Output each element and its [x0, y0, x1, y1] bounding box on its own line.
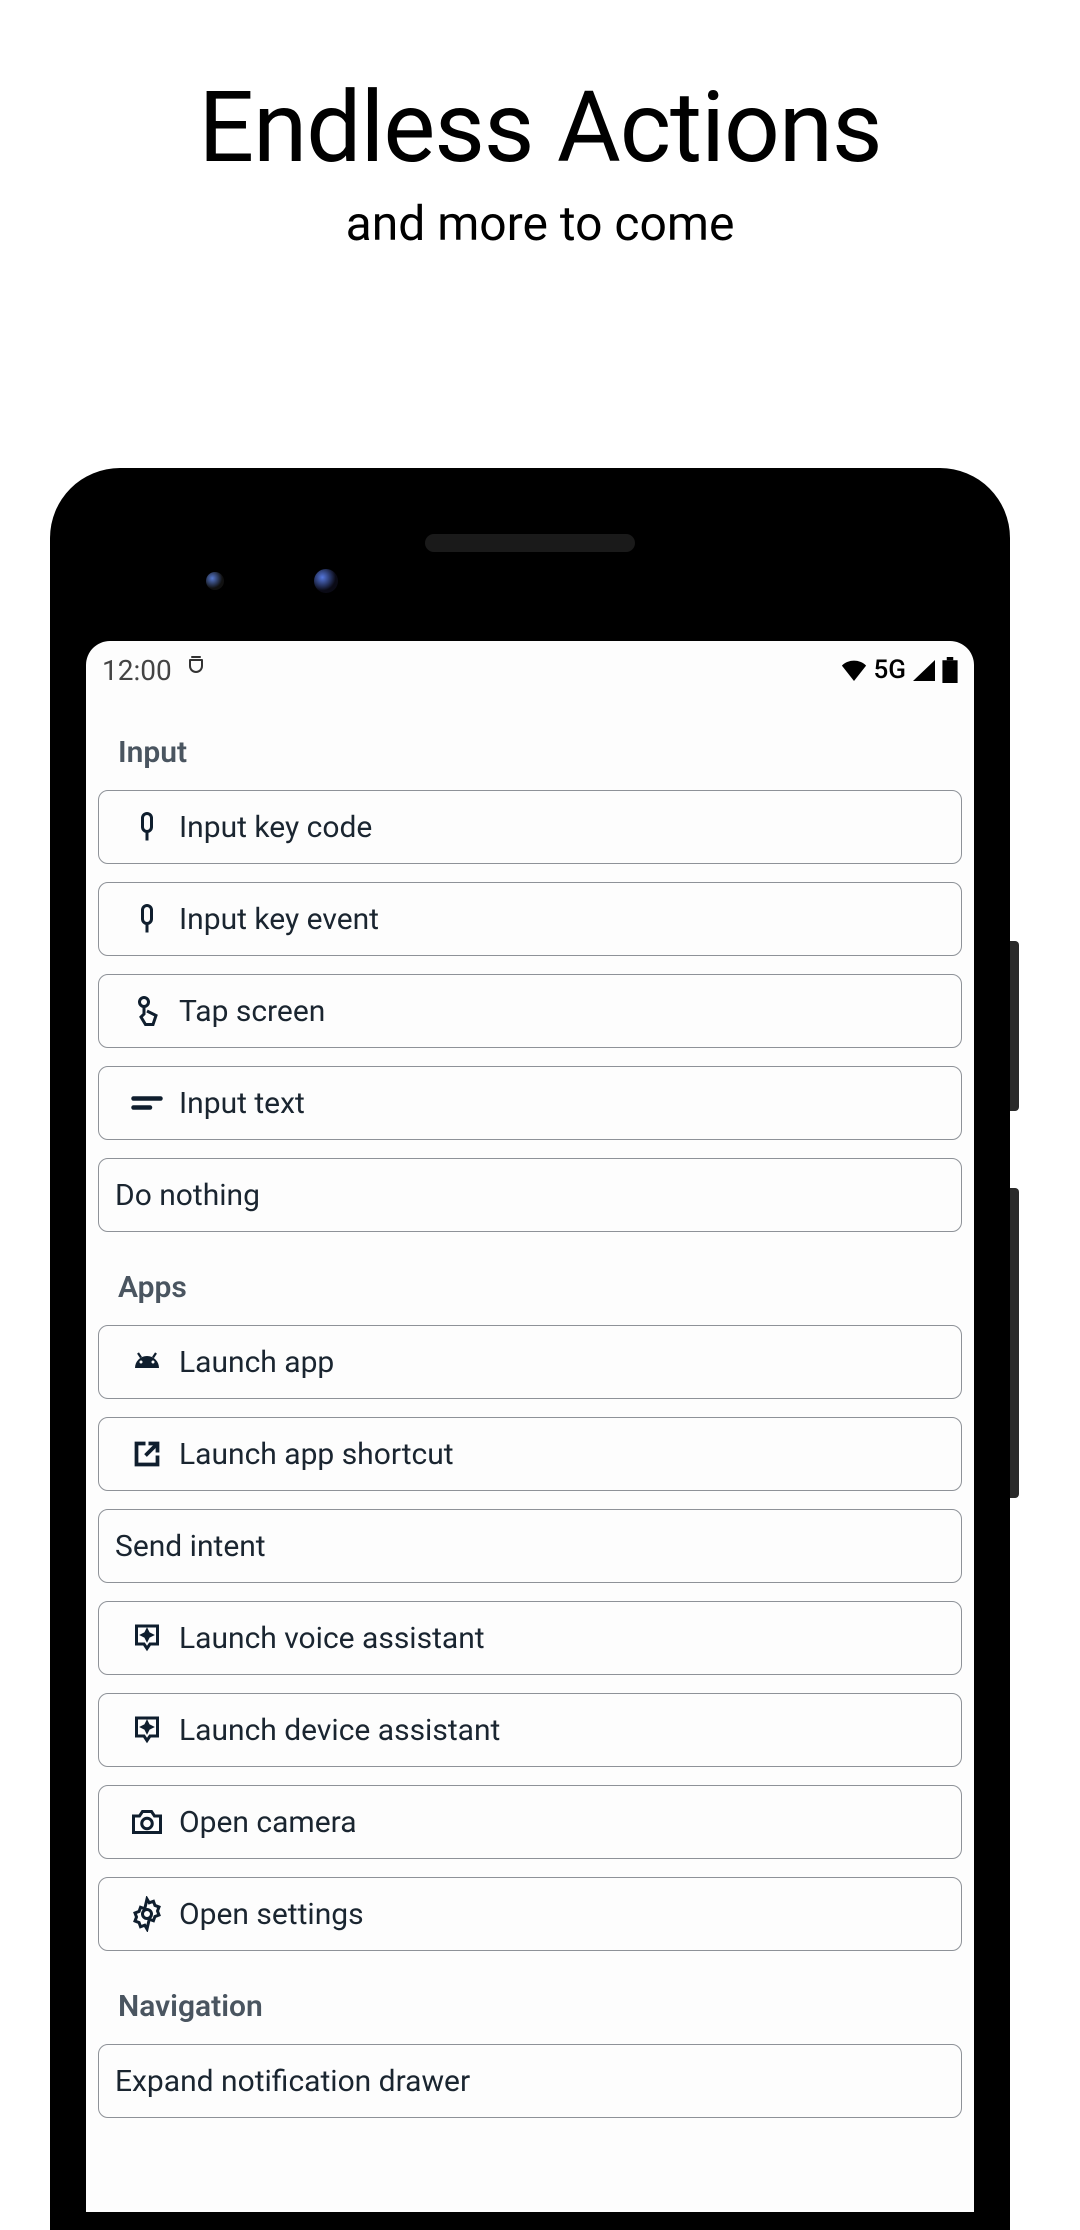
action-do-nothing[interactable]: Do nothing — [98, 1158, 962, 1232]
status-time: 12:00 — [102, 654, 172, 687]
action-launch-app[interactable]: Launch app — [98, 1325, 962, 1399]
action-label: Do nothing — [115, 1178, 260, 1213]
phone-screen: 12:00 5G — [86, 641, 974, 2212]
phone-front-camera — [314, 569, 338, 593]
action-input-key-code[interactable]: Input key code — [98, 790, 962, 864]
volume-button — [1010, 941, 1019, 1111]
section-header-input: Input — [92, 715, 968, 790]
open-in-new-icon — [115, 1436, 179, 1472]
action-tap-screen[interactable]: Tap screen — [98, 974, 962, 1048]
assistant-icon — [115, 1620, 179, 1656]
section-header-apps: Apps — [92, 1250, 968, 1325]
action-label: Launch voice assistant — [179, 1621, 485, 1656]
status-bar: 12:00 5G — [86, 641, 974, 695]
action-label: Input key event — [179, 902, 379, 937]
action-open-settings[interactable]: Open settings — [98, 1877, 962, 1951]
action-label: Open camera — [179, 1805, 357, 1840]
action-label: Launch app — [179, 1345, 334, 1380]
action-input-key-event[interactable]: Input key event — [98, 882, 962, 956]
power-button — [1010, 1188, 1019, 1498]
battery-icon — [942, 657, 958, 683]
touch-icon — [115, 993, 179, 1029]
settings-icon — [115, 1896, 179, 1932]
action-label: Open settings — [179, 1897, 364, 1932]
section-header-navigation: Navigation — [92, 1969, 968, 2044]
action-label: Expand notification drawer — [115, 2064, 470, 2099]
action-label: Launch device assistant — [179, 1713, 500, 1748]
action-label: Tap screen — [179, 994, 325, 1029]
assistant-icon — [115, 1712, 179, 1748]
page-title: Endless Actions — [0, 70, 1080, 185]
notification-icon — [186, 655, 206, 685]
action-label: Send intent — [115, 1529, 266, 1564]
phone-camera-sensor — [206, 572, 224, 590]
android-icon — [115, 1344, 179, 1380]
action-launch-app-shortcut[interactable]: Launch app shortcut — [98, 1417, 962, 1491]
camera-icon — [115, 1804, 179, 1840]
network-label: 5G — [874, 655, 907, 685]
signal-icon — [912, 659, 936, 681]
action-input-text[interactable]: Input text — [98, 1066, 962, 1140]
page-subtitle: and more to come — [0, 195, 1080, 252]
text-icon — [115, 1085, 179, 1121]
phone-frame: 12:00 5G — [50, 468, 1010, 2230]
phone-speaker — [425, 534, 635, 552]
content-scroll[interactable]: Input Input key code Input key event — [86, 695, 974, 2118]
key-icon — [115, 809, 179, 845]
action-label: Input key code — [179, 810, 372, 845]
key-icon — [115, 901, 179, 937]
action-launch-voice-assistant[interactable]: Launch voice assistant — [98, 1601, 962, 1675]
action-expand-notification-drawer[interactable]: Expand notification drawer — [98, 2044, 962, 2118]
wifi-icon — [840, 659, 868, 681]
action-launch-device-assistant[interactable]: Launch device assistant — [98, 1693, 962, 1767]
action-open-camera[interactable]: Open camera — [98, 1785, 962, 1859]
action-send-intent[interactable]: Send intent — [98, 1509, 962, 1583]
action-label: Input text — [179, 1086, 305, 1121]
action-label: Launch app shortcut — [179, 1437, 454, 1472]
